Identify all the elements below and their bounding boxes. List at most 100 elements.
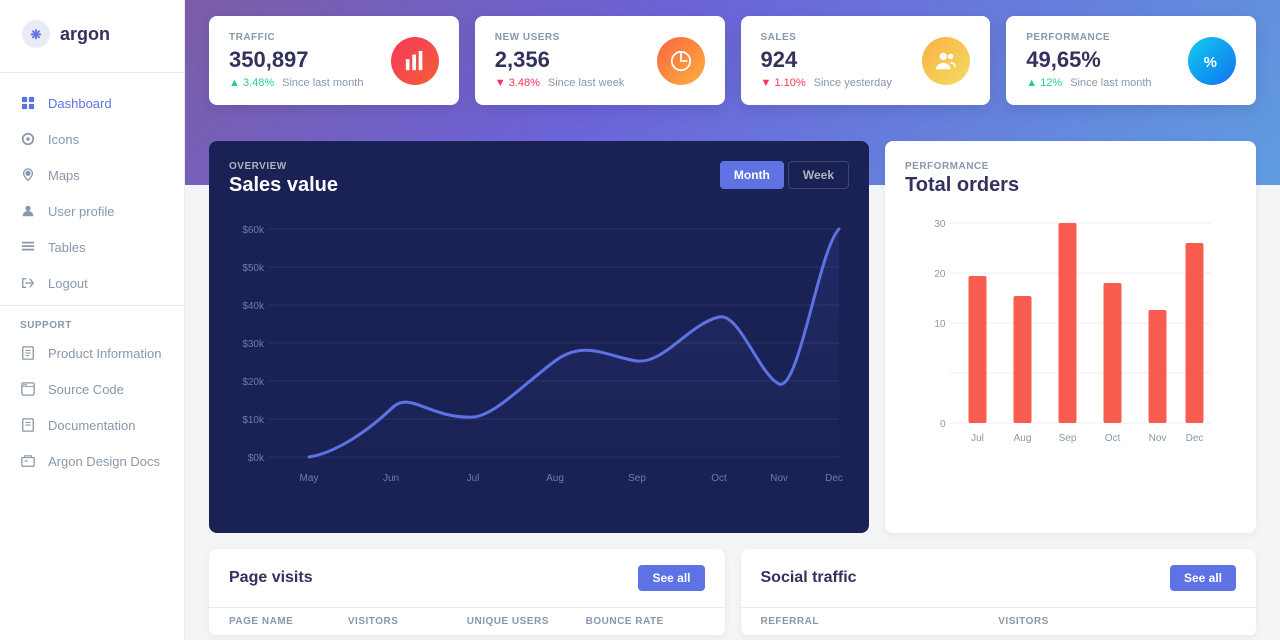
logo-area: ❋ argon	[0, 0, 184, 68]
svg-text:Dec: Dec	[1186, 433, 1204, 444]
support-icon-product-info	[20, 345, 36, 361]
social-traffic-columns: REFERRAL VISITORS	[741, 607, 1257, 636]
sidebar-item-user-profile[interactable]: User profile	[0, 193, 184, 229]
stat-since-sales: Since yesterday	[814, 77, 892, 89]
svg-text:Jun: Jun	[383, 473, 399, 484]
stat-change-sales: ▼ 1.10% Since yesterday	[761, 77, 923, 89]
svg-text:Jul: Jul	[971, 433, 984, 444]
stat-change-performance: ▲ 12% Since last month	[1026, 77, 1188, 89]
stat-info-performance: PERFORMANCE 49,65% ▲ 12% Since last mont…	[1026, 32, 1188, 89]
sidebar: ❋ argon Dashboard Icons Maps User profil…	[0, 0, 185, 640]
support-icon-argon-docs	[20, 453, 36, 469]
social-traffic-see-all-button[interactable]: See all	[1170, 565, 1236, 591]
sidebar-divider-top	[0, 72, 184, 73]
stat-value-new-users: 2,356	[495, 47, 657, 73]
support-icon-documentation	[20, 417, 36, 433]
stat-card-performance: PERFORMANCE 49,65% ▲ 12% Since last mont…	[1006, 16, 1256, 105]
svg-text:$0k: $0k	[248, 453, 265, 464]
sales-line-chart-svg: $60k $50k $40k $30k $20k $10k $0k May Ju…	[229, 209, 849, 489]
support-label-documentation: Documentation	[48, 418, 135, 433]
svg-text:Sep: Sep	[628, 473, 646, 484]
logo-text: argon	[60, 24, 110, 45]
nav-label-icons: Icons	[48, 132, 79, 147]
stat-arrow-traffic: ▲ 3.48%	[229, 77, 274, 89]
svg-text:30: 30	[934, 219, 946, 230]
orders-chart-label: PERFORMANCE	[905, 161, 1236, 172]
col-visitors2: VISITORS	[998, 616, 1236, 627]
main-content: TRAFFIC 350,897 ▲ 3.48% Since last month…	[185, 0, 1280, 640]
sidebar-nav: Dashboard Icons Maps User profile Tables…	[0, 77, 184, 640]
stat-since-performance: Since last month	[1070, 77, 1151, 89]
stat-arrow-sales: ▼ 1.10%	[761, 77, 806, 89]
nav-icon-maps	[20, 167, 36, 183]
stat-card-traffic: TRAFFIC 350,897 ▲ 3.48% Since last month	[209, 16, 459, 105]
nav-icon-user-profile	[20, 203, 36, 219]
support-icon-source-code	[20, 381, 36, 397]
stat-value-traffic: 350,897	[229, 47, 391, 73]
svg-text:Jul: Jul	[467, 473, 480, 484]
nav-label-logout: Logout	[48, 276, 88, 291]
stat-info-new-users: NEW USERS 2,356 ▼ 3.48% Since last week	[495, 32, 657, 89]
svg-text:$20k: $20k	[242, 377, 265, 388]
stat-label-sales: SALES	[761, 32, 923, 43]
nav-icon-dashboard	[20, 95, 36, 111]
svg-text:Dec: Dec	[825, 473, 843, 484]
col-page-name: PAGE NAME	[229, 616, 348, 627]
line-chart-area: $60k $50k $40k $30k $20k $10k $0k May Ju…	[229, 209, 849, 489]
month-toggle-button[interactable]: Month	[720, 161, 784, 189]
orders-chart-title: Total orders	[905, 174, 1236, 197]
page-visits-table: Page visits See all PAGE NAME VISITORS U…	[209, 549, 725, 636]
svg-text:10: 10	[934, 319, 946, 330]
stat-since-new-users: Since last week	[548, 77, 624, 89]
svg-text:$10k: $10k	[242, 415, 265, 426]
stat-label-performance: PERFORMANCE	[1026, 32, 1188, 43]
stat-change-new-users: ▼ 3.48% Since last week	[495, 77, 657, 89]
nav-label-dashboard: Dashboard	[48, 96, 112, 111]
stat-icon-performance: %	[1188, 37, 1236, 85]
svg-text:%: %	[1204, 53, 1217, 70]
nav-icon-logout	[20, 275, 36, 291]
sales-chart-header: OVERVIEW Sales value Month Week	[229, 161, 849, 197]
svg-text:Nov: Nov	[1149, 433, 1167, 444]
nav-label-user-profile: User profile	[48, 204, 114, 219]
svg-text:Aug: Aug	[1014, 433, 1032, 444]
argon-logo-icon: ❋	[20, 18, 52, 50]
tables-row: Page visits See all PAGE NAME VISITORS U…	[209, 549, 1256, 636]
support-label-argon-docs: Argon Design Docs	[48, 454, 160, 469]
nav-label-tables: Tables	[48, 240, 86, 255]
svg-text:May: May	[300, 473, 319, 484]
sidebar-item-logout[interactable]: Logout	[0, 265, 184, 301]
svg-text:$40k: $40k	[242, 301, 265, 312]
stat-value-performance: 49,65%	[1026, 47, 1188, 73]
page-visits-title: Page visits	[229, 569, 313, 587]
sidebar-item-icons[interactable]: Icons	[0, 121, 184, 157]
sidebar-item-maps[interactable]: Maps	[0, 157, 184, 193]
sidebar-item-tables[interactable]: Tables	[0, 229, 184, 265]
sidebar-item-argon-docs[interactable]: Argon Design Docs	[0, 443, 184, 479]
stat-icon-sales	[922, 37, 970, 85]
stat-card-new-users: NEW USERS 2,356 ▼ 3.48% Since last week	[475, 16, 725, 105]
svg-text:Oct: Oct	[711, 473, 727, 484]
chart-toggle-group: Month Week	[720, 161, 849, 189]
stat-arrow-new-users: ▼ 3.48%	[495, 77, 540, 89]
col-unique-users: UNIQUE USERS	[467, 616, 586, 627]
sidebar-item-documentation[interactable]: Documentation	[0, 407, 184, 443]
sales-chart-title-area: OVERVIEW Sales value	[229, 161, 338, 197]
content-area: OVERVIEW Sales value Month Week	[185, 141, 1280, 640]
col-bounce-rate: BOUNCE RATE	[586, 616, 705, 627]
sidebar-item-source-code[interactable]: Source Code	[0, 371, 184, 407]
sidebar-item-dashboard[interactable]: Dashboard	[0, 85, 184, 121]
col-visitors: VISITORS	[348, 616, 467, 627]
svg-text:❋: ❋	[31, 27, 42, 42]
page-visits-see-all-button[interactable]: See all	[638, 565, 704, 591]
nav-icon-icons	[20, 131, 36, 147]
orders-bar-chart-svg: 30 20 10 0	[905, 213, 1236, 513]
week-toggle-button[interactable]: Week	[788, 161, 849, 189]
svg-text:$30k: $30k	[242, 339, 265, 350]
social-traffic-title: Social traffic	[761, 569, 857, 587]
stat-info-sales: SALES 924 ▼ 1.10% Since yesterday	[761, 32, 923, 89]
stat-icon-new-users	[657, 37, 705, 85]
sidebar-item-product-info[interactable]: Product Information	[0, 335, 184, 371]
svg-text:20: 20	[934, 269, 946, 280]
nav-icon-tables	[20, 239, 36, 255]
